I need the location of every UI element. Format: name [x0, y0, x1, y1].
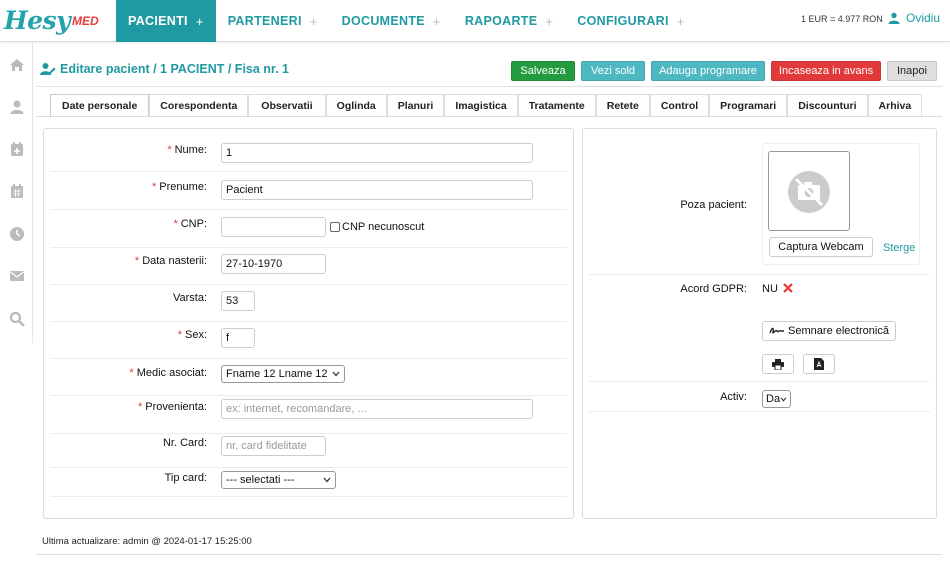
close-icon	[783, 283, 793, 293]
home-icon[interactable]	[9, 57, 25, 73]
left-sidebar	[0, 43, 33, 343]
add-appointment-button[interactable]: Adauga programare	[651, 61, 765, 81]
nav-parteneri[interactable]: PARTENERI +	[216, 0, 330, 42]
birthdate-label: * Data nasterii:	[134, 255, 207, 267]
patient-photo[interactable]	[768, 151, 850, 231]
save-button[interactable]: Salveaza	[511, 61, 575, 81]
clock-icon[interactable]	[9, 226, 25, 242]
tabs-divider	[36, 116, 942, 117]
tab-bar: Date personale Corespondenta Observatii …	[50, 94, 923, 117]
user-menu[interactable]: Ovidiu	[888, 11, 940, 25]
tab-retete[interactable]: Retete	[595, 94, 650, 117]
nav-pacienti[interactable]: PACIENTI +	[116, 0, 216, 42]
bottom-divider	[36, 554, 942, 555]
chevron-down-icon	[332, 371, 340, 377]
age-label: Varsta:	[172, 292, 207, 304]
cnp-label: * CNP:	[173, 218, 207, 230]
tab-date-personale[interactable]: Date personale	[50, 94, 150, 117]
page-title: Editare pacient / 1 PACIENT / Fisa nr. 1	[40, 62, 289, 76]
cnp-unknown-checkbox[interactable]	[330, 222, 340, 232]
tab-discounturi[interactable]: Discounturi	[787, 94, 868, 117]
nav-documente[interactable]: DOCUMENTE +	[330, 0, 453, 42]
view-balance-button[interactable]: Vezi sold	[581, 61, 645, 81]
tab-programari[interactable]: Programari	[709, 94, 788, 117]
tab-oglinda[interactable]: Oglinda	[325, 94, 387, 117]
tab-arhiva[interactable]: Arhiva	[867, 94, 923, 117]
plus-icon[interactable]: +	[196, 14, 204, 29]
birthdate-input[interactable]: 27-10-1970	[221, 254, 326, 274]
user-name: Ovidiu	[906, 11, 941, 25]
pdf-file-icon	[814, 358, 824, 370]
calendar-icon[interactable]	[9, 183, 25, 199]
card-type-select[interactable]: --- selectati ---	[221, 471, 336, 489]
nav-configurari[interactable]: CONFIGURARI +	[565, 0, 696, 42]
webcam-capture-button[interactable]: Captura Webcam	[769, 237, 873, 257]
cnp-input[interactable]	[221, 217, 326, 237]
sex-input[interactable]: f	[221, 328, 255, 348]
pdf-button[interactable]	[803, 354, 835, 374]
page-title-text: Editare pacient / 1 PACIENT / Fisa nr. 1	[60, 62, 290, 76]
main-nav: PACIENTI + PARTENERI + DOCUMENTE + RAPOARTE…	[116, 0, 697, 42]
tab-observatii[interactable]: Observatii	[248, 94, 326, 117]
plus-icon[interactable]: +	[677, 14, 685, 29]
doctor-label: * Medic asociat:	[129, 367, 207, 379]
source-input[interactable]: ex: internet, recomandare, ...	[221, 399, 533, 419]
e-signature-button[interactable]: Semnare electronică	[762, 321, 896, 341]
logo-text: Hesy	[4, 6, 71, 35]
active-label: Activ:	[720, 391, 747, 403]
sex-label: * Sex:	[177, 329, 207, 341]
card-number-label: Nr. Card:	[162, 437, 207, 449]
plus-icon[interactable]: +	[545, 14, 553, 29]
card-number-input[interactable]: nr. card fidelitate	[221, 436, 326, 456]
signature-icon	[769, 327, 785, 334]
nume-input[interactable]: 1	[221, 143, 533, 163]
tab-control[interactable]: Control	[649, 94, 710, 117]
calendar-plus-icon[interactable]	[9, 141, 25, 157]
prenume-label: * Prenume:	[152, 181, 207, 193]
gdpr-value: NU	[762, 283, 778, 295]
user-edit-icon	[40, 63, 56, 75]
source-label: * Provenienta:	[137, 401, 207, 413]
user-icon	[888, 12, 900, 24]
last-updated-text: Ultima actualizare: admin @ 2024-01-17 1…	[42, 536, 252, 547]
tab-tratamente[interactable]: Tratamente	[517, 94, 596, 117]
plus-icon[interactable]: +	[310, 14, 318, 29]
tab-imagistica[interactable]: Imagistica	[444, 94, 518, 117]
plus-icon[interactable]: +	[433, 14, 441, 29]
top-navbar: Hesy MED PACIENTI + PARTENERI + DOCUMENTE +…	[0, 0, 950, 42]
search-icon[interactable]	[9, 311, 25, 327]
tab-planuri[interactable]: Planuri	[386, 94, 445, 117]
print-button[interactable]	[762, 354, 794, 374]
age-input[interactable]: 53	[221, 291, 255, 311]
tab-corespondenta[interactable]: Corespondenta	[149, 94, 249, 117]
photo-label: Poza pacient:	[680, 199, 747, 211]
nav-rapoarte[interactable]: RAPOARTE +	[453, 0, 565, 42]
advance-payment-button[interactable]: Incaseaza in avans	[771, 61, 881, 81]
card-type-label: Tip card:	[164, 472, 207, 484]
delete-photo-link[interactable]: Sterge	[883, 242, 915, 254]
user-icon[interactable]	[9, 99, 25, 115]
hesymed-logo[interactable]: Hesy MED	[4, 6, 104, 36]
prenume-input[interactable]: Pacient	[221, 180, 533, 200]
logo-suffix: MED	[72, 14, 99, 28]
doctor-select[interactable]: Fname 12 Lname 12	[221, 365, 345, 383]
exchange-rate: 1 EUR = 4.977 RON	[801, 14, 883, 24]
chevron-down-icon	[780, 396, 787, 402]
no-camera-icon	[788, 171, 830, 213]
chevron-down-icon	[323, 477, 331, 483]
envelope-icon[interactable]	[9, 268, 25, 284]
active-select[interactable]: Da	[762, 390, 791, 408]
cnp-unknown-label: CNP necunoscut	[342, 221, 425, 233]
nume-label: * Nume:	[167, 144, 207, 156]
gdpr-label: Acord GDPR:	[680, 283, 747, 295]
printer-icon	[772, 358, 784, 370]
back-button[interactable]: Inapoi	[887, 61, 937, 81]
header-divider	[36, 86, 942, 87]
